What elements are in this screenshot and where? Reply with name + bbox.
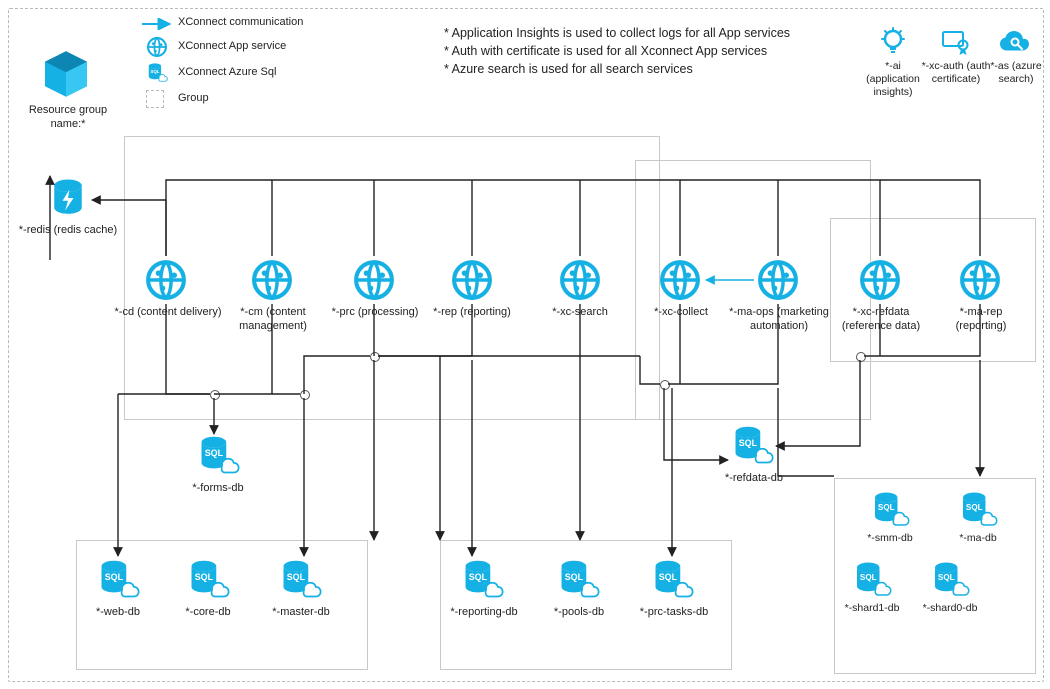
- diagram-canvas: Resource group name:* XConnect communica…: [0, 0, 1050, 689]
- sql-prctasks-icon: [650, 558, 694, 602]
- sql-master-label: *-master-db: [258, 606, 344, 620]
- sql-forms-icon: [196, 434, 240, 478]
- note-2: * Auth with certificate is used for all …: [444, 44, 767, 58]
- app-rep-icon: [450, 258, 494, 302]
- sql-reporting-icon: [460, 558, 504, 602]
- legend-app: XConnect App service: [178, 40, 286, 52]
- sql-pools-label: *-pools-db: [536, 606, 622, 620]
- sql-master-icon: [278, 558, 322, 602]
- sql-smm-icon: [870, 490, 910, 530]
- app-rep-label: *-rep (reporting): [424, 306, 520, 320]
- cube-icon: [38, 46, 94, 102]
- junction-2: [300, 390, 310, 400]
- app-maops-icon: [756, 258, 800, 302]
- sql-forms-label: *-forms-db: [172, 482, 264, 496]
- app-prc-icon: [352, 258, 396, 302]
- sql-shard0-icon: [930, 560, 970, 600]
- search-label: *-as (azure search): [986, 60, 1046, 86]
- app-xccollect-icon: [658, 258, 702, 302]
- app-cd-icon: [144, 258, 188, 302]
- app-xcrefdata-label: *-xc-refdata (reference data): [828, 306, 934, 334]
- sql-smm-label: *-smm-db: [852, 532, 928, 545]
- redis-label: *-redis (redis cache): [14, 224, 122, 238]
- app-prc-label: *-prc (processing): [328, 306, 422, 320]
- sql-reporting-label: *-reporting-db: [438, 606, 530, 620]
- note-3: * Azure search is used for all search se…: [444, 62, 693, 76]
- junction-3: [370, 352, 380, 362]
- junction-1: [210, 390, 220, 400]
- app-marep-label: *-ma-rep (reporting): [934, 306, 1028, 334]
- auth-label: *-xc-auth (auth certificate): [920, 60, 992, 86]
- app-xcsearch-label: *-xc-search: [538, 306, 622, 320]
- legend-sql-icon: [146, 62, 168, 84]
- sql-refdata-label: *-refdata-db: [706, 472, 802, 486]
- note-1: * Application Insights is used to collec…: [444, 26, 790, 40]
- sql-shard1-icon: [852, 560, 892, 600]
- sql-core-label: *-core-db: [168, 606, 248, 620]
- sql-shard0-label: *-shard0-db: [912, 602, 988, 615]
- cert-icon: [940, 26, 972, 58]
- app-cm-icon: [250, 258, 294, 302]
- sql-pools-icon: [556, 558, 600, 602]
- app-xcsearch-icon: [558, 258, 602, 302]
- legend-app-icon: [146, 36, 168, 58]
- ai-label: *-ai (application insights): [857, 60, 929, 99]
- legend-group-icon: [146, 90, 164, 108]
- app-maops-label: *-ma-ops (marketing automation): [724, 306, 834, 334]
- sql-web-icon: [96, 558, 140, 602]
- legend-group: Group: [178, 92, 209, 104]
- app-marep-icon: [958, 258, 1002, 302]
- app-cm-label: *-cm (content management): [222, 306, 324, 334]
- app-xcrefdata-icon: [858, 258, 902, 302]
- redis-icon: [46, 176, 90, 220]
- sql-refdata-icon: [730, 424, 774, 468]
- sql-ma-icon: [958, 490, 998, 530]
- junction-5: [856, 352, 866, 362]
- legend-sql: XConnect Azure Sql: [178, 66, 276, 78]
- sql-ma-label: *-ma-db: [942, 532, 1014, 545]
- app-cd-label: *-cd (content delivery): [114, 306, 222, 320]
- sql-core-icon: [186, 558, 230, 602]
- resource-group-label: Resource group name:*: [18, 104, 118, 132]
- app-xccollect-label: *-xc-collect: [640, 306, 722, 320]
- lightbulb-icon: [877, 26, 909, 58]
- junction-4: [660, 380, 670, 390]
- sql-shard1-label: *-shard1-db: [834, 602, 910, 615]
- legend-comm: XConnect communication: [178, 16, 303, 28]
- cloud-search-icon: [1000, 26, 1032, 58]
- sql-prctasks-label: *-prc-tasks-db: [624, 606, 724, 620]
- sql-web-label: *-web-db: [78, 606, 158, 620]
- legend-arrow-icon: [140, 18, 174, 30]
